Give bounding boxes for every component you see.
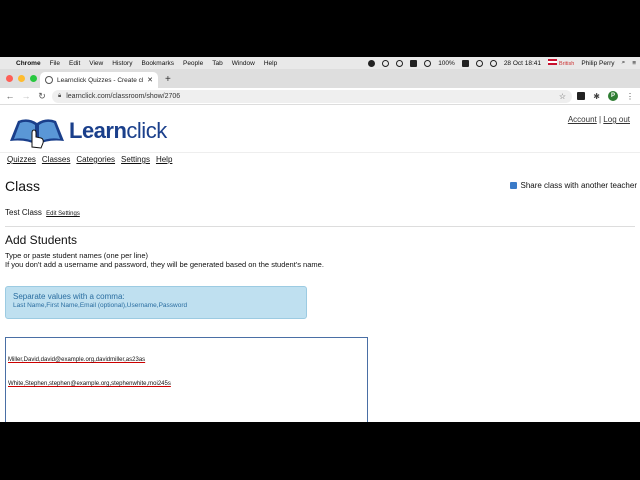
- class-name-text: Test Class: [5, 208, 42, 217]
- bookmark-star-icon[interactable]: ☆: [559, 92, 566, 101]
- minimize-window-icon[interactable]: [18, 75, 25, 82]
- menubar-user[interactable]: Philip Perry: [581, 60, 614, 67]
- back-icon[interactable]: ←: [2, 91, 18, 101]
- spotlight-icon[interactable]: ⌕: [622, 59, 626, 67]
- close-tab-icon[interactable]: ✕: [147, 76, 153, 84]
- edit-settings-link[interactable]: Edit Settings: [46, 211, 80, 217]
- menu-edit[interactable]: Edit: [69, 60, 80, 67]
- reload-icon[interactable]: ↻: [34, 91, 50, 102]
- menu-people[interactable]: People: [183, 60, 203, 67]
- window-controls: [6, 75, 37, 82]
- new-tab-icon[interactable]: +: [165, 74, 171, 85]
- menu-bookmarks[interactable]: Bookmarks: [141, 60, 174, 67]
- nav-quizzes[interactable]: Quizzes: [7, 155, 36, 164]
- share-icon: [510, 182, 518, 189]
- browser-tab[interactable]: Learnclick Quizzes - Create cl... ✕: [40, 72, 158, 88]
- input-source[interactable]: British: [548, 59, 574, 67]
- close-window-icon[interactable]: [6, 75, 13, 82]
- page-title: Class: [5, 178, 41, 194]
- battery-icon[interactable]: [461, 59, 469, 67]
- url-text: learnclick.com/classroom/show/2706: [66, 93, 181, 100]
- zoom-window-icon[interactable]: [30, 75, 37, 82]
- learnclick-logo[interactable]: Learnclick: [8, 113, 167, 149]
- menu-window[interactable]: Window: [232, 60, 255, 67]
- nav-classes[interactable]: Classes: [42, 155, 70, 164]
- status-area: 100% 28 Oct 18:41 British Philip Perry ⌕…: [368, 57, 636, 69]
- instruction-line-2: If you don't add a username and password…: [5, 260, 324, 269]
- main-nav: Quizzes Classes Categories Settings Help: [7, 155, 172, 164]
- instruction-line-1: Type or paste student names (one per lin…: [5, 251, 148, 260]
- toolbar-actions: ✱ P ⋮: [577, 91, 634, 101]
- link-separator: |: [598, 115, 602, 124]
- extension-icon[interactable]: [577, 92, 586, 100]
- display-icon[interactable]: [410, 59, 418, 67]
- mac-menubar: Chrome File Edit View History Bookmarks …: [0, 57, 640, 69]
- hint-format: Last Name,First Name,Email (optional),Us…: [13, 302, 188, 309]
- wifi-icon[interactable]: [475, 59, 483, 67]
- tab-title: Learnclick Quizzes - Create cl...: [57, 76, 145, 84]
- book-hand-logo-icon: [10, 119, 64, 149]
- more-options-icon[interactable]: ⋮: [626, 92, 634, 101]
- logout-link[interactable]: Log out: [603, 115, 630, 124]
- bluetooth-icon[interactable]: [424, 59, 432, 67]
- extensions-puzzle-icon[interactable]: ✱: [593, 92, 600, 101]
- browser-toolbar: ← → ↻ 🔒︎ learnclick.com/classroom/show/2…: [0, 88, 640, 105]
- record-icon[interactable]: [368, 59, 376, 67]
- share-class-label: Share class with another teacher: [520, 181, 637, 190]
- hint-title: Separate values with a comma:: [13, 292, 125, 301]
- menu-file[interactable]: File: [50, 60, 60, 67]
- menu-history[interactable]: History: [112, 60, 132, 67]
- menu-tab[interactable]: Tab: [212, 60, 222, 67]
- volume-icon[interactable]: [489, 59, 497, 67]
- profile-avatar[interactable]: P: [608, 91, 618, 101]
- tab-strip: Learnclick Quizzes - Create cl... ✕ +: [0, 69, 640, 88]
- share-class-link[interactable]: Share class with another teacher: [510, 181, 637, 190]
- control-center-icon[interactable]: ≡: [632, 60, 636, 67]
- logo-word-click: click: [126, 118, 167, 143]
- input-source-label: British: [559, 61, 575, 67]
- class-name: Test Class Edit Settings: [5, 208, 80, 217]
- student-line-1: Miller,David,david@example.org,davidmill…: [8, 357, 146, 363]
- lock-icon[interactable]: 🔒︎: [58, 93, 61, 100]
- menu-help[interactable]: Help: [264, 60, 277, 67]
- globe-icon: [45, 76, 53, 84]
- menu-app-name[interactable]: Chrome: [16, 60, 41, 67]
- account-link[interactable]: Account: [568, 115, 597, 124]
- time-machine-icon[interactable]: [396, 59, 404, 67]
- nav-help[interactable]: Help: [156, 155, 172, 164]
- web-page: Learnclick Account | Log out Quizzes Cla…: [0, 105, 640, 422]
- account-links: Account | Log out: [568, 115, 630, 124]
- add-students-heading: Add Students: [5, 233, 78, 247]
- screen: Chrome File Edit View History Bookmarks …: [0, 57, 640, 422]
- uk-flag-icon: [548, 59, 558, 65]
- battery-percentage: 100%: [438, 59, 455, 67]
- students-textarea[interactable]: Miller,David,david@example.org,davidmill…: [5, 337, 368, 422]
- add-students-instructions: Type or paste student names (one per lin…: [5, 251, 324, 269]
- menubar-datetime[interactable]: 28 Oct 18:41: [504, 60, 541, 67]
- logo-wordmark: Learnclick: [69, 118, 167, 144]
- nav-categories[interactable]: Categories: [76, 155, 115, 164]
- address-bar[interactable]: 🔒︎ learnclick.com/classroom/show/2706 ☆: [52, 90, 572, 103]
- student-line-2: White,Stephen,stephen@example.org,stephe…: [8, 381, 171, 387]
- notification-icon[interactable]: [382, 59, 390, 67]
- section-divider: [5, 226, 635, 227]
- format-hint-box: Separate values with a comma: Last Name,…: [5, 286, 307, 319]
- nav-settings[interactable]: Settings: [121, 155, 150, 164]
- logo-word-learn: Learn: [69, 118, 127, 143]
- header-divider: [0, 152, 640, 153]
- menu-view[interactable]: View: [89, 60, 103, 67]
- forward-icon[interactable]: →: [18, 91, 34, 101]
